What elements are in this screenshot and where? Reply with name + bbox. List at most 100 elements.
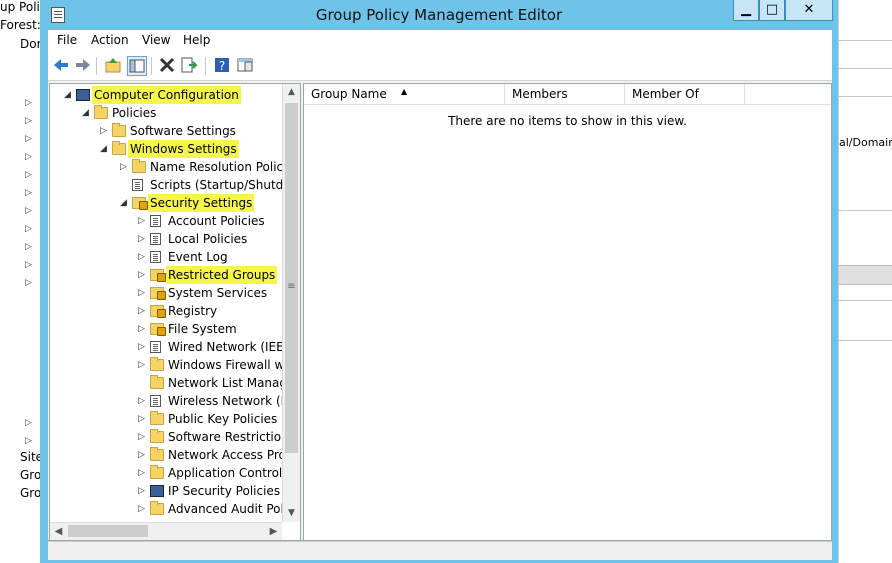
properties-pane-icon[interactable] <box>236 56 254 74</box>
expand-arrow-icon[interactable]: ▷ <box>120 158 130 176</box>
bg-text[interactable]: Gro <box>20 468 41 482</box>
close-button[interactable]: ✕ <box>785 0 833 21</box>
expand-arrow-icon[interactable]: ▷ <box>138 410 148 428</box>
expand-arrow-icon[interactable]: ▷ <box>25 418 32 428</box>
collapse-arrow-icon[interactable]: ◢ <box>64 86 74 104</box>
tree-item-label: Application Control Policies <box>168 466 282 480</box>
folder-icon <box>112 123 126 137</box>
sort-ascending-icon: ▲ <box>401 87 408 96</box>
scroll-left-arrow-icon[interactable]: ◀ <box>50 523 67 540</box>
bg-text: al/Domain C <box>839 136 892 149</box>
expand-arrow-icon[interactable]: ▷ <box>25 188 32 198</box>
folder-icon <box>150 357 164 371</box>
toolbar-separator <box>96 57 97 75</box>
menu-view[interactable]: View <box>142 33 170 47</box>
tree-item-label: Account Policies <box>168 214 265 228</box>
console-tree: ◢ Computer Configuration ◢ Policies ▷ Softwar… <box>49 83 301 541</box>
tree-horizontal-scrollbar[interactable]: ◀ ▶ <box>50 522 282 540</box>
tree-item-label: Scripts (Startup/Shutdown) <box>150 178 282 192</box>
scroll-right-arrow-icon[interactable]: ▶ <box>265 523 282 540</box>
security-folder-icon <box>150 287 166 300</box>
expand-arrow-icon[interactable]: ▷ <box>138 212 148 230</box>
expand-arrow-icon[interactable]: ▷ <box>25 242 32 252</box>
menu-help[interactable]: Help <box>183 33 210 47</box>
expand-arrow-icon[interactable]: ▷ <box>25 134 32 144</box>
tree-item-label: Restricted Groups <box>166 266 278 284</box>
expand-arrow-icon[interactable]: ▷ <box>138 446 148 464</box>
column-header-member-of[interactable]: Member Of <box>625 84 745 104</box>
grip-icon: ≡ <box>287 281 296 292</box>
expand-arrow-icon[interactable]: ▷ <box>138 356 148 374</box>
expand-arrow-icon[interactable]: ▷ <box>25 260 32 270</box>
expand-arrow-icon[interactable]: ▷ <box>25 278 32 288</box>
scroll-up-arrow-icon[interactable]: ▲ <box>283 84 300 101</box>
bg-text[interactable]: Dor <box>20 37 42 51</box>
expand-arrow-icon[interactable]: ▷ <box>25 98 32 108</box>
expand-arrow-icon[interactable]: ▷ <box>138 248 148 266</box>
maximize-button[interactable]: □ <box>759 0 785 21</box>
expand-arrow-icon[interactable]: ▷ <box>138 284 148 302</box>
expand-arrow-icon[interactable]: ▷ <box>100 122 110 140</box>
divider <box>839 68 892 69</box>
forward-icon[interactable] <box>74 56 92 74</box>
scroll-down-arrow-icon[interactable]: ▼ <box>283 505 300 522</box>
expand-arrow-icon[interactable]: ▷ <box>138 302 148 320</box>
show-hide-console-tree-icon[interactable] <box>127 56 147 76</box>
expand-arrow-icon[interactable]: ▷ <box>25 436 32 446</box>
collapse-arrow-icon[interactable]: ◢ <box>100 140 110 158</box>
collapse-arrow-icon[interactable]: ◢ <box>82 104 92 122</box>
expand-arrow-icon[interactable]: ▷ <box>138 230 148 248</box>
folder-icon <box>150 411 164 425</box>
export-list-icon[interactable] <box>180 56 198 74</box>
expand-arrow-icon[interactable]: ▷ <box>25 170 32 180</box>
back-icon[interactable] <box>52 56 70 74</box>
expand-arrow-icon[interactable]: ▷ <box>25 224 32 234</box>
column-header-members[interactable]: Members <box>505 84 625 104</box>
up-folder-icon[interactable] <box>104 56 122 74</box>
divider <box>839 340 892 341</box>
background-band <box>839 265 892 285</box>
expand-arrow-icon[interactable]: ▷ <box>25 206 32 216</box>
tree-vertical-scrollbar[interactable]: ▲ ≡ ▼ <box>282 84 300 522</box>
tree-item-label: Security Settings <box>148 194 255 212</box>
tree-item-label: Wired Network (IEEE 802.3) Policies <box>168 340 282 354</box>
expand-arrow-icon[interactable]: ▷ <box>25 152 32 162</box>
expand-arrow-icon[interactable]: ▷ <box>138 320 148 338</box>
divider <box>839 210 892 211</box>
folder-icon <box>150 501 164 515</box>
expand-arrow-icon[interactable]: ▷ <box>138 482 148 500</box>
toolbar-separator <box>151 57 152 75</box>
status-bar <box>48 541 832 560</box>
tree-item-label: Public Key Policies <box>168 412 278 426</box>
folder-icon <box>150 447 164 461</box>
column-header-group-name[interactable]: Group Name ▲ <box>304 84 505 104</box>
expand-arrow-icon[interactable]: ▷ <box>138 266 148 284</box>
h-scroll-thumb[interactable] <box>68 525 148 537</box>
empty-list-message: There are no items to show in this view. <box>448 114 687 128</box>
expand-arrow-icon[interactable]: ▷ <box>138 428 148 446</box>
window-title: Group Policy Management Editor <box>315 6 563 24</box>
title-bar[interactable]: Group Policy Management Editor ▁ □ ✕ <box>40 0 838 30</box>
tree-item-label: Network List Manager Policies <box>168 376 282 390</box>
collapse-arrow-icon[interactable]: ◢ <box>120 194 130 212</box>
tree-item-label: Policies <box>112 106 157 120</box>
expand-arrow-icon[interactable]: ▷ <box>138 500 148 518</box>
toolbar-separator <box>205 57 206 75</box>
expand-arrow-icon[interactable]: ▷ <box>138 392 148 410</box>
expand-arrow-icon[interactable]: ▷ <box>138 338 148 356</box>
delete-icon[interactable] <box>158 56 176 74</box>
bg-text[interactable]: Gro <box>20 486 41 500</box>
menu-file[interactable]: File <box>57 33 77 47</box>
tree-item-label: Network Access Protection <box>168 448 282 462</box>
details-pane: Group Name ▲ Members Member Of There are… <box>303 83 832 541</box>
bg-text: Forest: <box>0 18 41 32</box>
menu-action[interactable]: Action <box>91 33 129 47</box>
minimize-button[interactable]: ▁ <box>733 0 759 21</box>
help-icon[interactable]: ? <box>213 56 231 74</box>
tree-item-label: Windows Firewall with Advanced Security <box>168 358 282 372</box>
scroll-thumb[interactable]: ≡ <box>285 103 298 453</box>
expand-arrow-icon[interactable]: ▷ <box>25 116 32 126</box>
expand-arrow-icon[interactable]: ▷ <box>138 464 148 482</box>
tree-item-label: File System <box>168 322 237 336</box>
svg-text:?: ? <box>219 59 225 73</box>
